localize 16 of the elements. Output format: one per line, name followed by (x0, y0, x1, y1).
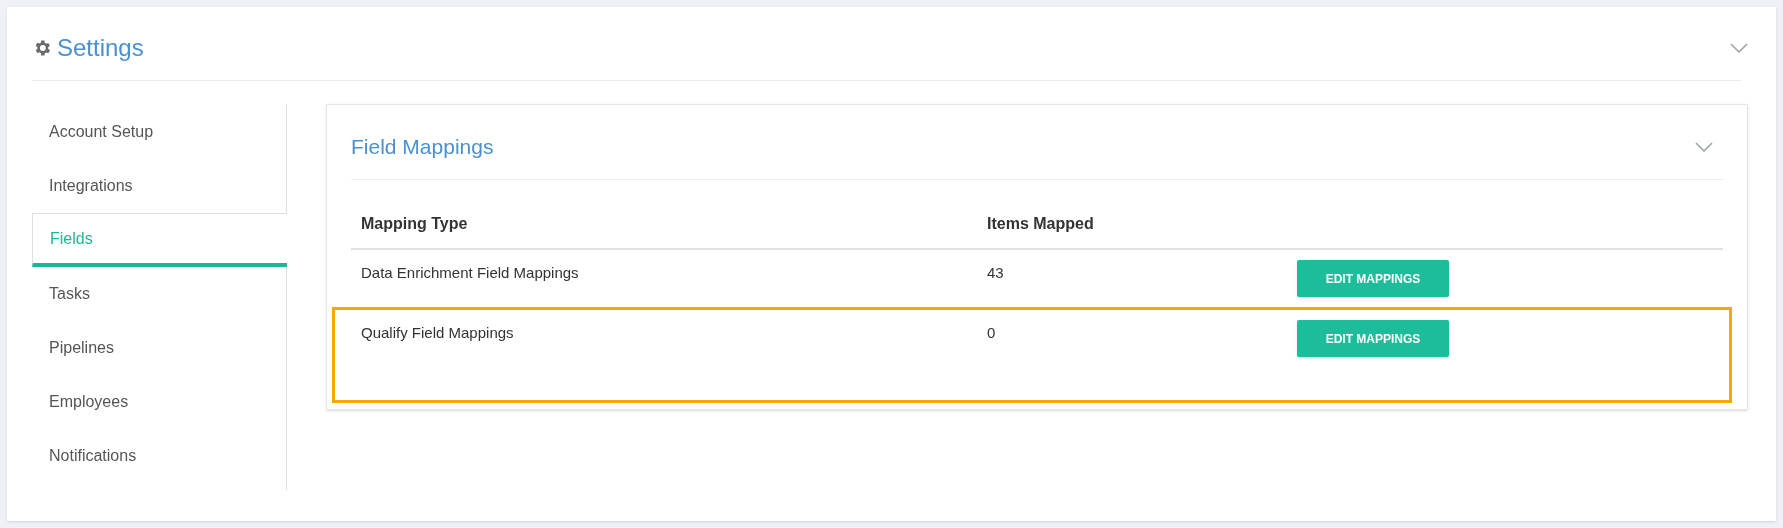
column-header: Mapping Type (361, 214, 469, 234)
column-header: Items Mapped (987, 214, 1095, 234)
chevron-down-icon[interactable] (1695, 142, 1713, 152)
sidebar-tab[interactable]: Pipelines (32, 321, 286, 375)
sidebar-tab[interactable]: Integrations (32, 159, 286, 213)
table-cell-text: Qualify Field Mappings (361, 323, 515, 343)
table-cell-text: Data Enrichment Field Mappings (361, 263, 580, 283)
table-cell-text: 0 (987, 323, 997, 343)
panel-title: Field Mappings (351, 134, 494, 161)
sidebar-tab[interactable]: Account Setup (32, 105, 286, 159)
sidebar-tab[interactable]: Employees (32, 375, 286, 429)
table-cell-text: 43 (987, 263, 1005, 283)
page-title: Settings (57, 33, 144, 63)
sidebar-tab[interactable]: Tasks (32, 267, 286, 321)
chevron-down-icon[interactable] (1730, 43, 1748, 53)
sidebar-tab[interactable]: Notifications (32, 429, 286, 483)
